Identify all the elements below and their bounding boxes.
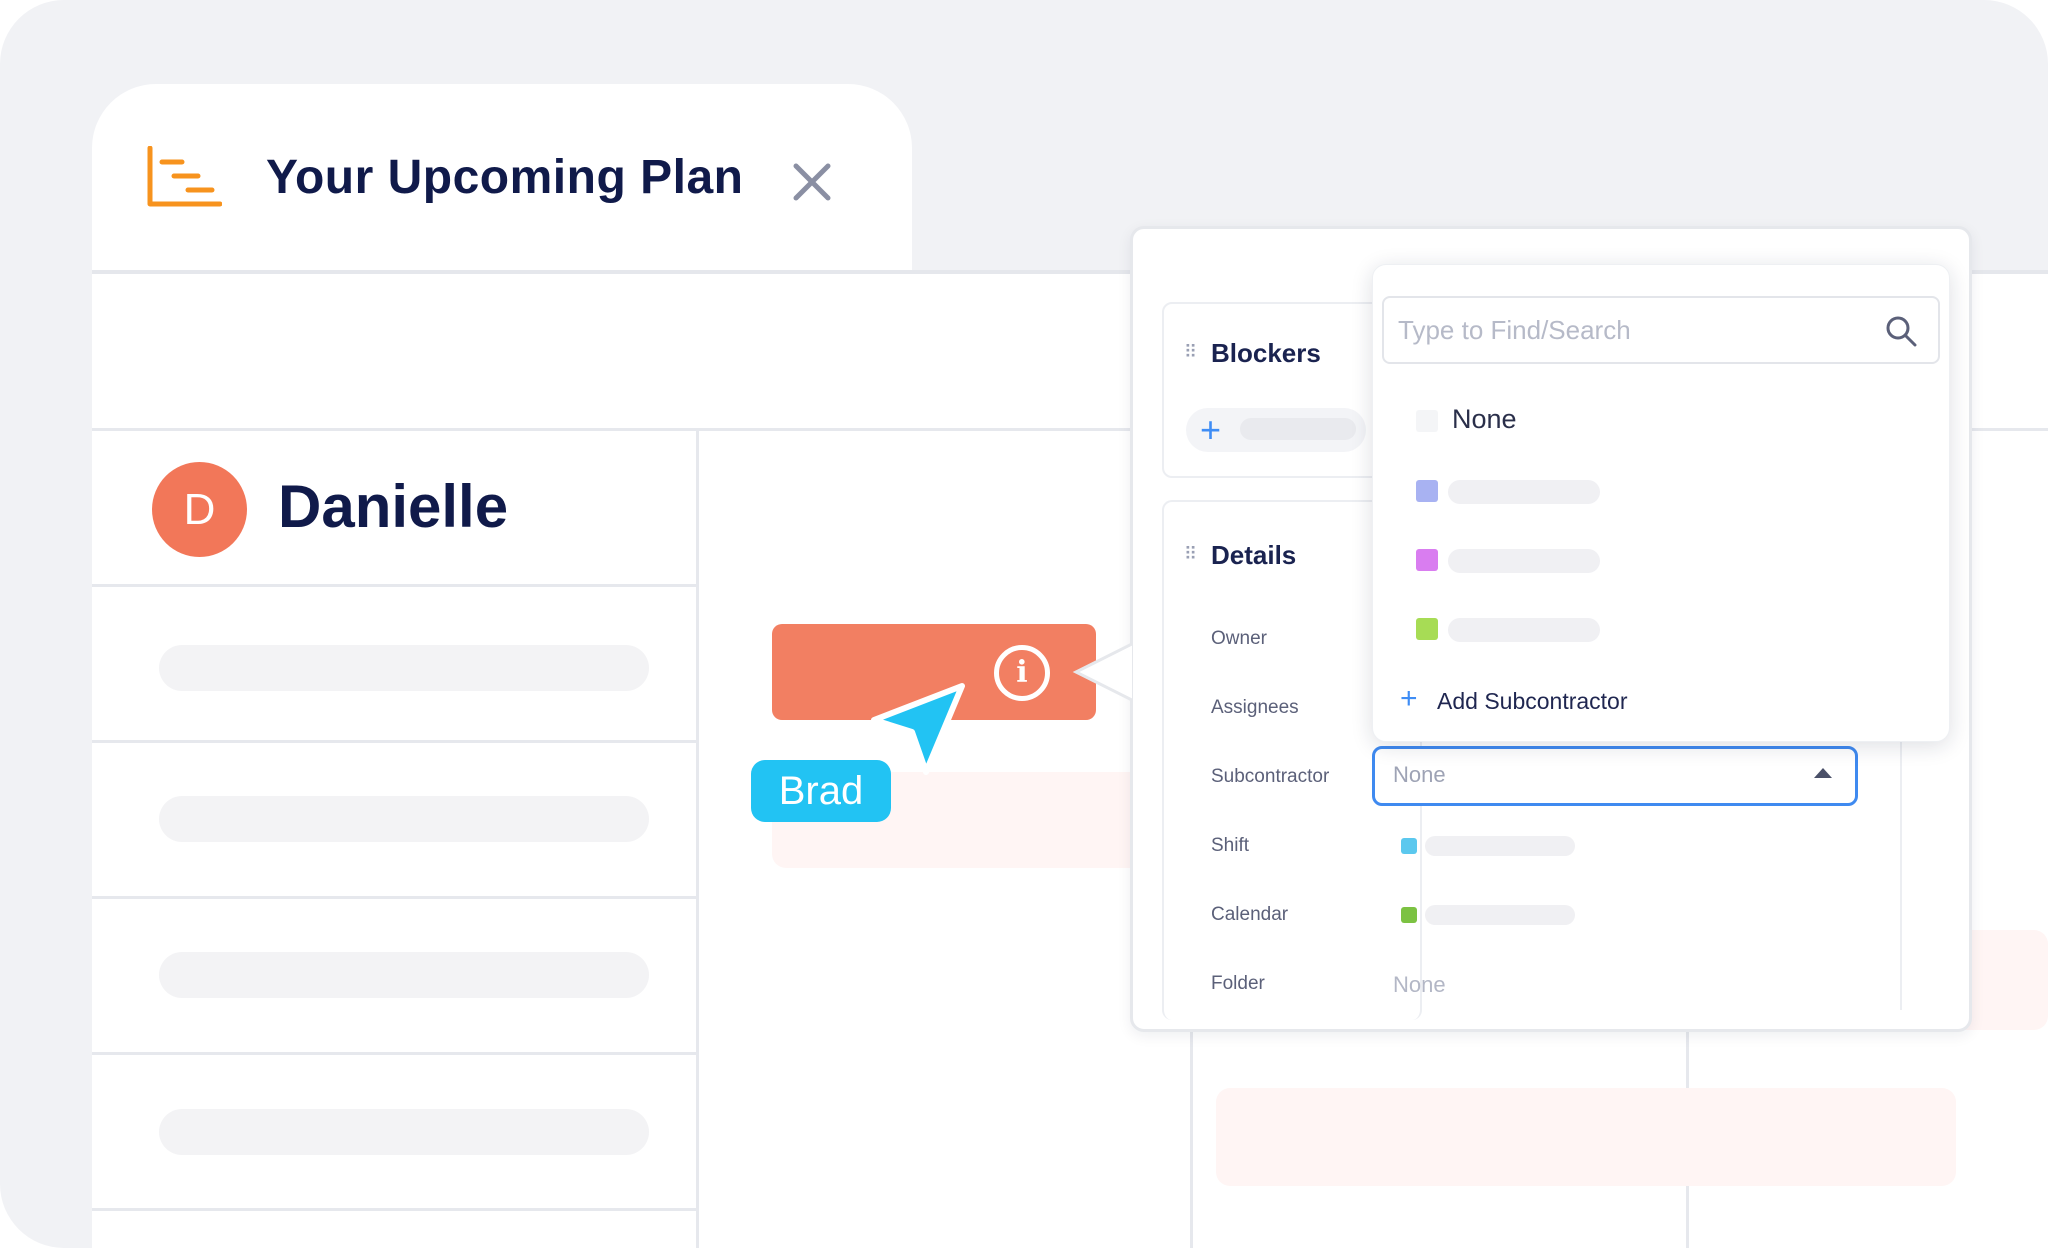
owner-label: Owner	[1211, 628, 1267, 649]
option-swatch	[1416, 480, 1438, 502]
drag-handle-icon[interactable]: ⠿	[1184, 544, 1197, 565]
caret-up-icon[interactable]	[1814, 768, 1832, 778]
placeholder-bar	[1240, 418, 1356, 440]
avatar: D	[152, 462, 247, 557]
folder-label: Folder	[1211, 973, 1265, 994]
row-divider	[92, 584, 696, 587]
close-icon[interactable]	[790, 160, 834, 204]
search-input[interactable]	[1398, 312, 1858, 348]
panel-pointer	[1072, 642, 1132, 702]
subcontractor-label: Subcontractor	[1211, 766, 1330, 787]
shift-label: Shift	[1211, 835, 1250, 856]
plus-icon: +	[1200, 409, 1222, 450]
details-title: Details	[1211, 540, 1297, 570]
task-bar-ghost	[1216, 1088, 1956, 1186]
search-icon[interactable]	[1884, 314, 1918, 348]
option-none[interactable]: None	[1452, 404, 1517, 435]
row-placeholder	[159, 952, 649, 998]
collaborator-label: Brad	[751, 760, 891, 822]
column-divider	[696, 428, 699, 1248]
person-name: Danielle	[278, 473, 509, 540]
option-placeholder[interactable]	[1448, 549, 1600, 573]
calendar-value-placeholder[interactable]	[1425, 905, 1575, 925]
blockers-title: Blockers	[1211, 338, 1321, 368]
add-subcontractor-button[interactable]: Add Subcontractor	[1437, 688, 1628, 715]
column-divider	[1190, 1020, 1193, 1248]
option-swatch	[1416, 618, 1438, 640]
subcontractor-value: None	[1393, 762, 1446, 787]
row-divider	[92, 1052, 696, 1055]
folder-value[interactable]: None	[1393, 972, 1446, 998]
option-swatch	[1416, 549, 1438, 571]
plan-title: Your Upcoming Plan	[266, 151, 744, 204]
option-placeholder[interactable]	[1448, 480, 1600, 504]
plus-icon[interactable]: +	[1400, 684, 1418, 714]
calendar-label: Calendar	[1211, 904, 1289, 925]
row-divider	[92, 1208, 696, 1211]
info-icon[interactable]: i	[994, 645, 1050, 701]
row-placeholder	[159, 1109, 649, 1155]
drag-handle-icon[interactable]: ⠿	[1184, 342, 1197, 363]
shift-value-placeholder[interactable]	[1425, 836, 1575, 856]
row-placeholder	[159, 796, 649, 842]
assignees-label: Assignees	[1211, 697, 1299, 718]
calendar-swatch	[1401, 907, 1417, 923]
panel-divider	[1900, 700, 1902, 1010]
option-swatch	[1416, 410, 1438, 432]
row-divider	[92, 740, 696, 743]
gantt-chart-icon	[147, 146, 222, 207]
option-placeholder[interactable]	[1448, 618, 1600, 642]
shift-swatch	[1401, 838, 1417, 854]
row-placeholder	[159, 645, 649, 691]
row-divider	[92, 896, 696, 899]
